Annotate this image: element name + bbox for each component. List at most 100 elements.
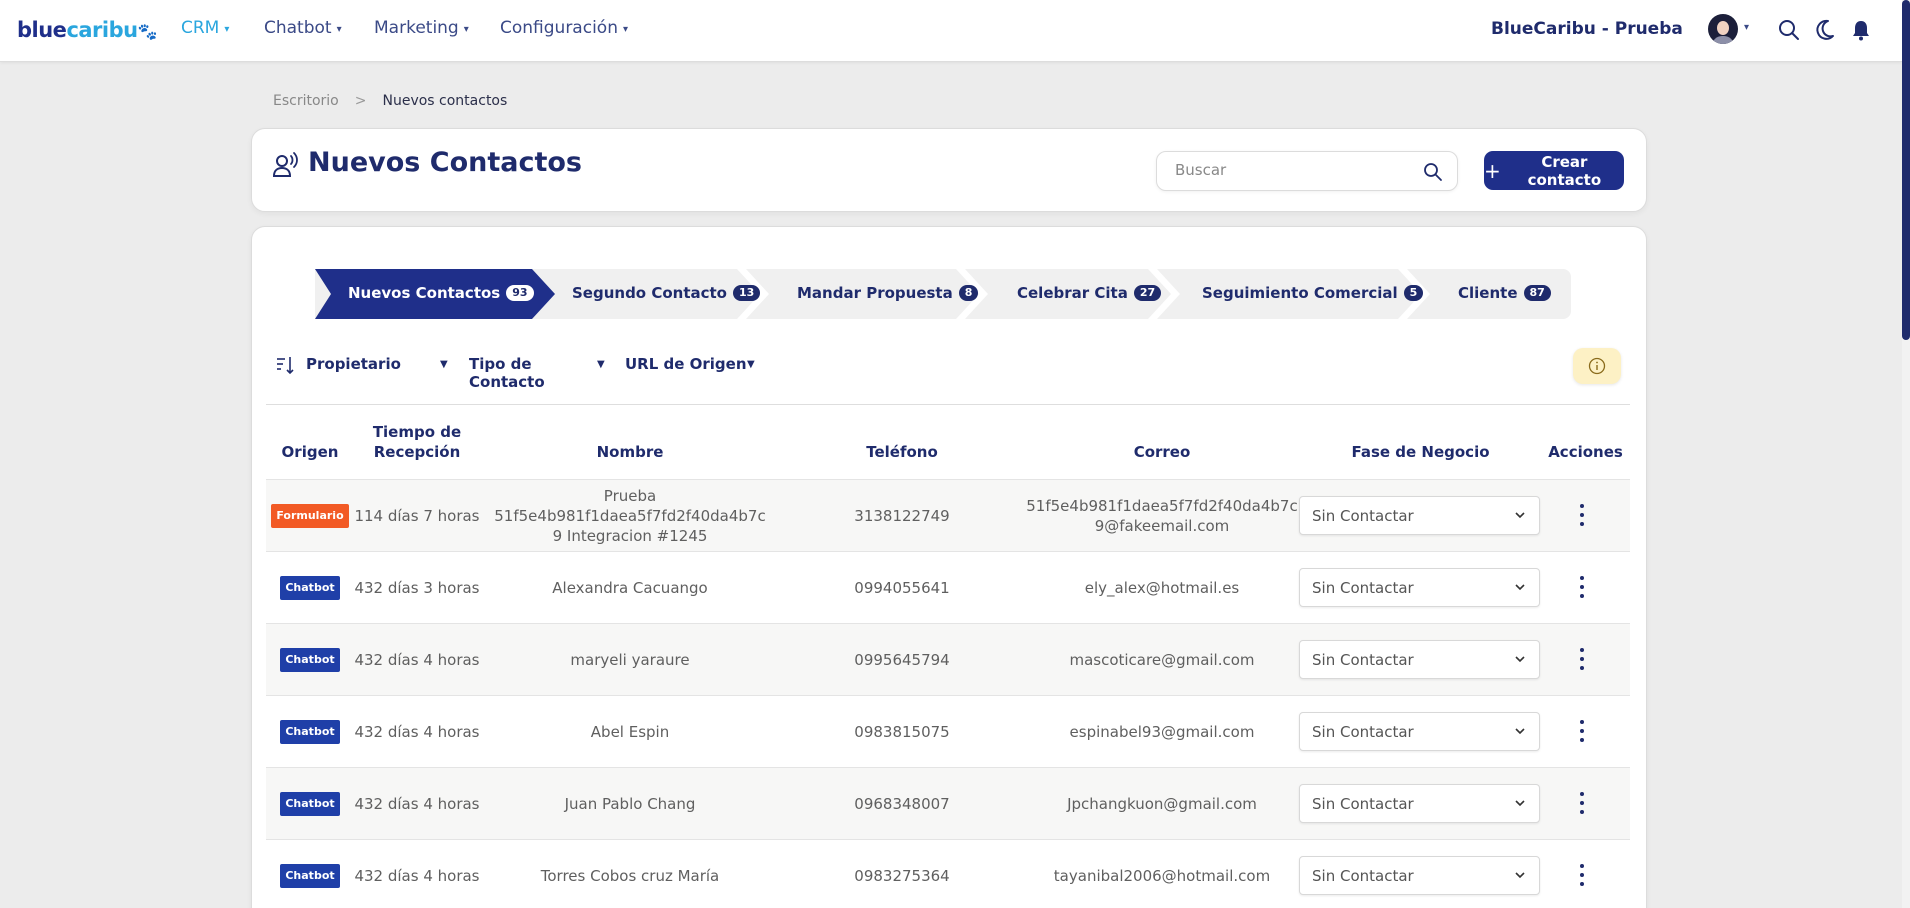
contact-type-filter-label: Tipo de Contacto: [469, 355, 545, 391]
chevron-down-icon[interactable]: ▾: [1744, 22, 1749, 33]
more-actions-icon[interactable]: [1579, 792, 1585, 814]
nav-chatbot-label: Chatbot: [264, 18, 332, 38]
contact-email: mascoticare@gmail.com: [1069, 651, 1255, 669]
nav-crm[interactable]: CRM ▾: [181, 18, 229, 38]
info-button[interactable]: [1573, 348, 1621, 384]
chevron-down-icon: [1515, 800, 1525, 807]
origin-badge: Chatbot: [280, 648, 340, 672]
contact-voice-icon: [272, 152, 298, 177]
nav-marketing[interactable]: Marketing ▾: [374, 18, 469, 38]
origin-badge: Chatbot: [280, 864, 340, 888]
contact-name[interactable]: maryeli yaraure: [480, 624, 780, 696]
table-row[interactable]: Formulario 114 días 7 horas Prueba 51f5e…: [266, 479, 1630, 551]
reception-time: 432 días 4 horas: [354, 651, 480, 669]
create-contact-button[interactable]: + Crear contacto: [1484, 151, 1624, 190]
contact-phone: 0994055641: [854, 579, 950, 597]
breadcrumb: Escritorio > Nuevos contactos: [273, 93, 507, 109]
more-actions-icon[interactable]: [1579, 648, 1585, 670]
stage-label: Segundo Contacto: [572, 284, 727, 302]
stage-count-badge: 27: [1133, 285, 1162, 301]
stage-celebrar-cita[interactable]: Celebrar Cita 27: [1017, 284, 1162, 302]
contact-phone: 3138122749: [854, 507, 950, 525]
page-header-card: Nuevos Contactos + Crear contacto: [251, 128, 1647, 212]
table-row[interactable]: Chatbot 432 días 3 horas Alexandra Cacua…: [266, 551, 1630, 623]
nav-chatbot[interactable]: Chatbot ▾: [264, 18, 342, 38]
business-stage-select[interactable]: Sin Contactar: [1299, 568, 1540, 607]
chevron-down-icon: [1515, 728, 1525, 735]
chevron-down-icon: ▼: [747, 359, 755, 370]
stage-label: Cliente: [1458, 284, 1518, 302]
col-actions-header: Acciones: [1548, 443, 1623, 461]
bell-icon[interactable]: [1849, 18, 1873, 42]
more-actions-icon[interactable]: [1579, 504, 1585, 526]
contact-phone: 0995645794: [854, 651, 950, 669]
business-stage-select[interactable]: Sin Contactar: [1299, 712, 1540, 751]
origin-badge: Chatbot: [280, 576, 340, 600]
reception-time: 114 días 7 horas: [354, 507, 480, 525]
scrollbar-thumb[interactable]: [1902, 0, 1910, 340]
more-actions-icon[interactable]: [1579, 576, 1585, 598]
contact-type-filter[interactable]: Tipo de Contacto ▼: [469, 355, 609, 391]
table-row[interactable]: Chatbot 432 días 4 horas Torres Cobos cr…: [266, 839, 1630, 908]
nav-marketing-label: Marketing: [374, 18, 459, 38]
chevron-down-icon: [1515, 512, 1525, 519]
owner-filter[interactable]: Propietario ▼: [306, 355, 454, 373]
stage-count-badge: 5: [1403, 285, 1424, 301]
more-actions-icon[interactable]: [1579, 864, 1585, 886]
business-stage-select[interactable]: Sin Contactar: [1299, 784, 1540, 823]
table-row[interactable]: Chatbot 432 días 4 horas Abel Espin 0983…: [266, 695, 1630, 767]
moon-icon[interactable]: [1813, 18, 1837, 42]
chevron-down-icon: ▾: [463, 23, 469, 35]
top-navbar: bluecaribu🐾 CRM ▾ Chatbot ▾ Marketing ▾ Con…: [0, 0, 1902, 62]
contact-name[interactable]: Prueba 51f5e4b981f1daea5f7fd2f40da4b7c 9…: [480, 480, 780, 552]
search-input[interactable]: [1175, 161, 1405, 179]
nav-configuracion[interactable]: Configuración ▾: [500, 18, 628, 38]
chevron-down-icon: ▾: [622, 23, 629, 35]
business-stage-select[interactable]: Sin Contactar: [1299, 856, 1540, 895]
col-stage-header: Fase de Negocio: [1351, 443, 1490, 461]
contact-phone: 0983275364: [854, 867, 950, 885]
business-stage-value: Sin Contactar: [1312, 578, 1414, 597]
plus-icon: +: [1484, 158, 1501, 183]
create-contact-label: Crear contacto: [1527, 152, 1602, 189]
table-row[interactable]: Chatbot 432 días 4 horas maryeli yaraure…: [266, 623, 1630, 695]
sort-icon[interactable]: [275, 355, 295, 375]
origin-badge: Chatbot: [280, 792, 340, 816]
contact-email: 51f5e4b981f1daea5f7fd2f40da4b7c 9@fakeem…: [1024, 480, 1300, 552]
breadcrumb-home[interactable]: Escritorio: [273, 93, 339, 109]
contact-name[interactable]: Alexandra Cacuango: [480, 552, 780, 624]
stage-label: Mandar Propuesta: [797, 284, 953, 302]
page-scrollbar[interactable]: [1902, 0, 1910, 908]
business-stage-select[interactable]: Sin Contactar: [1299, 640, 1540, 679]
bluecaribu-logo[interactable]: bluecaribu🐾: [17, 18, 158, 42]
user-avatar[interactable]: [1708, 14, 1738, 44]
business-stage-value: Sin Contactar: [1312, 506, 1414, 525]
search-icon[interactable]: [1777, 18, 1801, 42]
col-name-header: Nombre: [596, 443, 664, 461]
reception-time: 432 días 4 horas: [354, 723, 480, 741]
stage-count-badge: 8: [958, 285, 979, 301]
contact-email-line2: 9@fakeemail.com: [1094, 517, 1230, 535]
chevron-down-icon: [1515, 872, 1525, 879]
more-actions-icon[interactable]: [1579, 720, 1585, 742]
contact-name[interactable]: Torres Cobos cruz María: [480, 840, 780, 908]
stage-segundo-contacto[interactable]: Segundo Contacto 13: [572, 284, 761, 302]
business-stage-select[interactable]: Sin Contactar: [1299, 496, 1540, 535]
table-row[interactable]: Chatbot 432 días 4 horas Juan Pablo Chan…: [266, 767, 1630, 839]
col-time-header-line2: Recepción: [373, 443, 461, 461]
stage-mandar-propuesta[interactable]: Mandar Propuesta 8: [797, 284, 979, 302]
stage-seguimiento-comercial[interactable]: Seguimiento Comercial 5: [1202, 284, 1424, 302]
reception-time: 432 días 4 horas: [354, 795, 480, 813]
stage-nuevos-contactos[interactable]: Nuevos Contactos 93: [348, 284, 534, 302]
search-icon[interactable]: [1423, 162, 1443, 182]
origin-url-filter[interactable]: URL de Origen ▼: [625, 355, 761, 373]
chevron-down-icon: ▼: [440, 359, 448, 370]
chevron-down-icon: ▼: [597, 359, 605, 370]
chevron-down-icon: ▾: [336, 23, 342, 35]
contact-name[interactable]: Abel Espin: [480, 696, 780, 768]
search-box: [1156, 151, 1458, 191]
contact-name-line1: Prueba 51f5e4b981f1daea5f7fd2f40da4b7c: [494, 487, 766, 525]
stage-cliente[interactable]: Cliente 87: [1458, 284, 1551, 302]
contact-name[interactable]: Juan Pablo Chang: [480, 768, 780, 840]
business-stage-value: Sin Contactar: [1312, 866, 1414, 885]
